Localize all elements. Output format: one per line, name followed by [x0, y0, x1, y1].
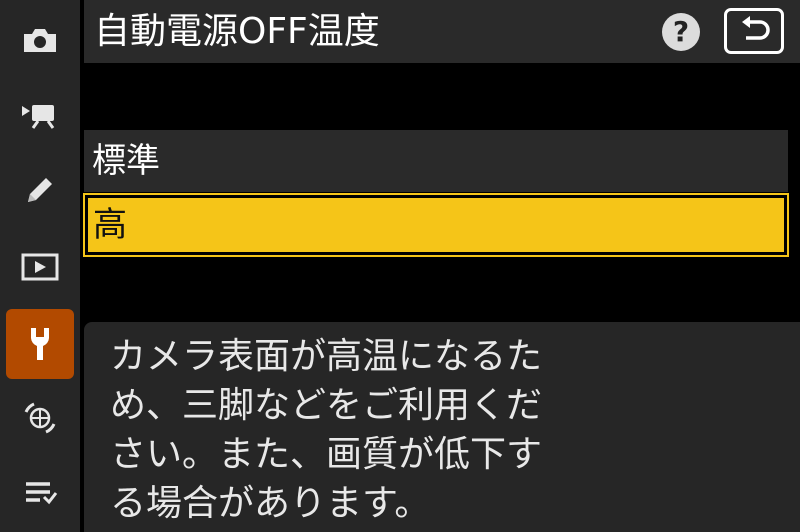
sidebar [0, 0, 80, 532]
network-icon [24, 402, 56, 434]
back-button[interactable] [724, 8, 784, 54]
playback-icon [21, 253, 59, 281]
description-line: め、三脚などをご利用くだ [110, 385, 543, 426]
sidebar-item-retouch[interactable] [0, 155, 80, 225]
description-line: さい。また、画質が低下す [110, 434, 543, 475]
sidebar-item-setup[interactable] [0, 309, 80, 379]
page-title: 自動電源OFF温度 [94, 11, 380, 52]
sidebar-item-my-menu[interactable] [0, 458, 80, 528]
camera-icon [24, 29, 56, 52]
my-menu-icon [26, 482, 58, 505]
option-normal[interactable]: 標準 [84, 130, 788, 192]
description-line: カメラ表面が高温になるた [110, 336, 543, 377]
description-line: る場合があります。 [110, 483, 431, 524]
sidebar-item-movie[interactable] [0, 80, 80, 150]
header: 自動電源OFF温度 ? [84, 0, 800, 63]
movie-icon [22, 105, 55, 129]
option-high[interactable]: 高 [83, 193, 789, 257]
back-arrow-icon [742, 16, 770, 40]
sidebar-item-playback[interactable] [0, 232, 80, 302]
help-icon[interactable]: ? [662, 13, 700, 51]
sidebar-item-photo[interactable] [0, 5, 80, 75]
description-panel: カメラ表面が高温になるた め、三脚などをご利用くだ さい。また、画質が低下す る… [84, 322, 800, 532]
pencil-icon [28, 178, 52, 202]
wrench-icon [31, 328, 49, 360]
sidebar-item-network[interactable] [0, 383, 80, 453]
